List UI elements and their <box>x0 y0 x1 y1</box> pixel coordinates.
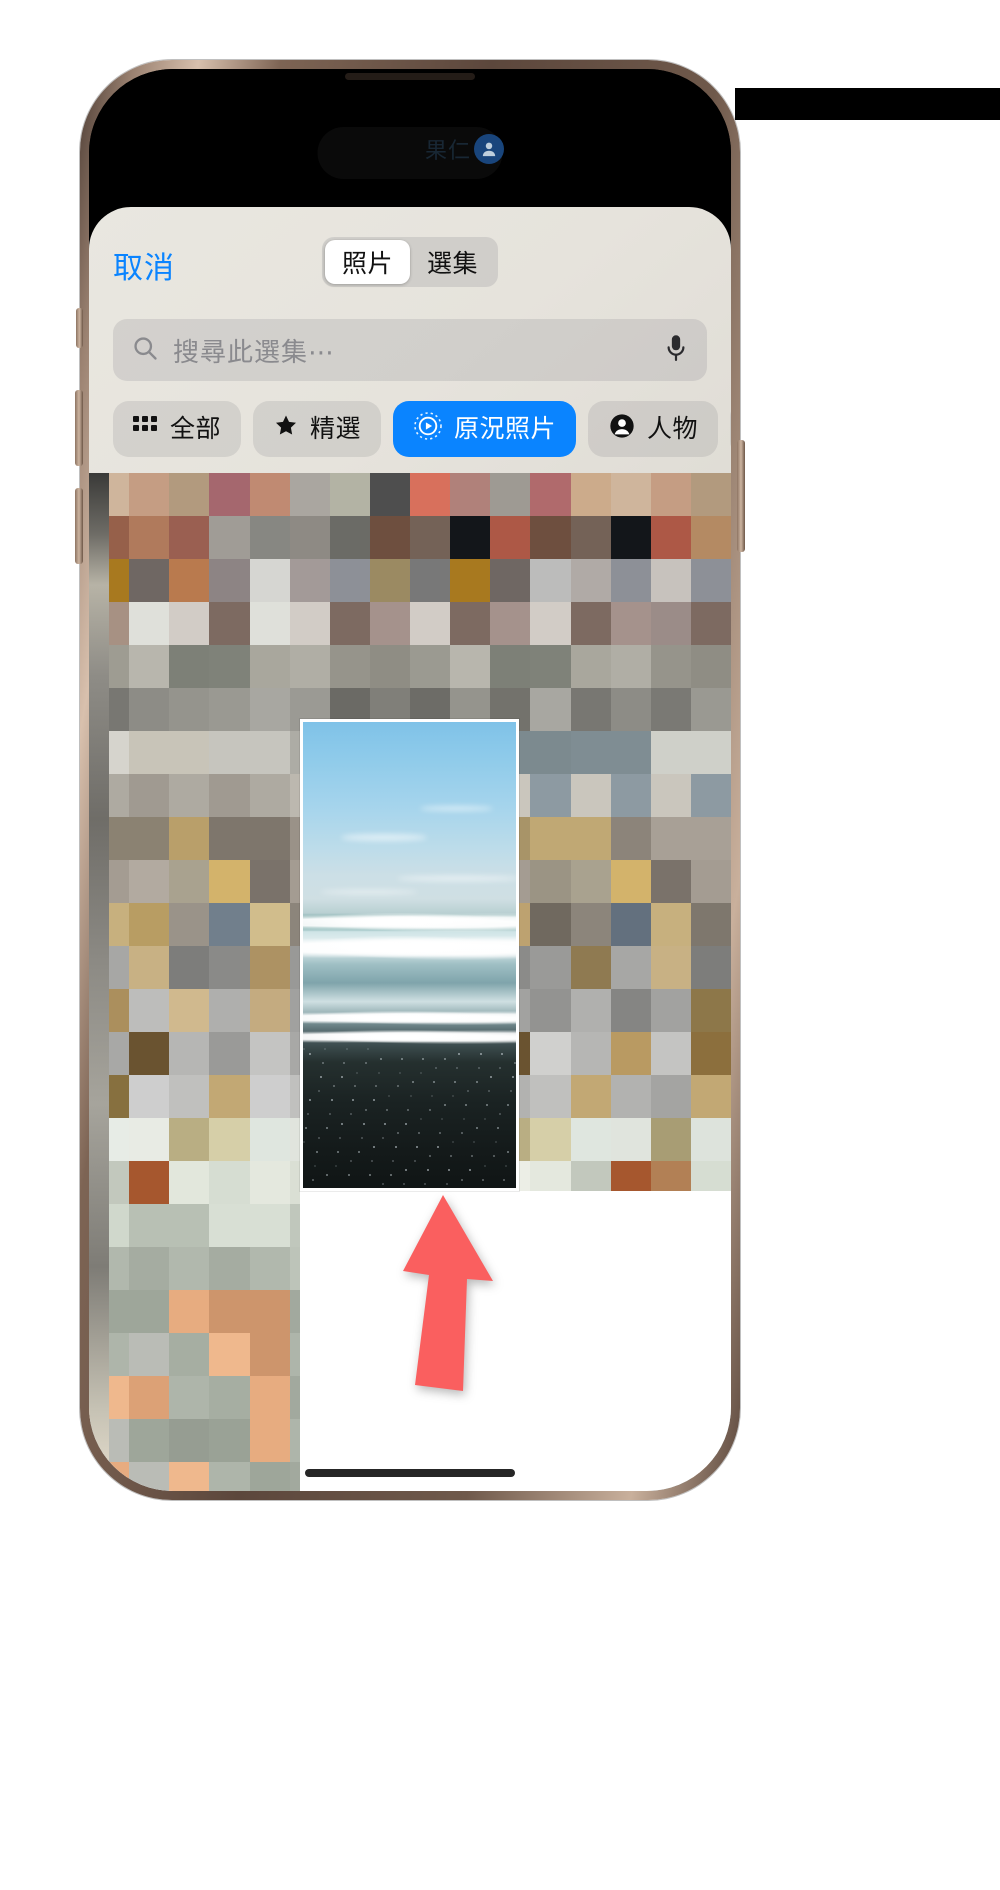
microphone-icon[interactable] <box>663 333 689 368</box>
red-arrow-annotation <box>403 1195 493 1391</box>
chip-all-label: 全部 <box>170 414 222 443</box>
search-icon <box>131 334 159 367</box>
earpiece-speaker <box>345 73 475 80</box>
filter-chips: 全部 精選 原況照片 人物 <box>89 401 731 457</box>
home-indicator[interactable] <box>305 1469 515 1477</box>
watermark-text: 果仁 <box>425 138 472 163</box>
search-area: 搜尋此選集⋯ <box>89 319 731 381</box>
chip-people-label: 人物 <box>647 414 699 443</box>
screenshot-stage: 果仁 取消 照片 選集 搜尋此選集⋯ 全部 精選 原況照片 人物 <box>0 0 1000 1890</box>
sheet-header: 取消 照片 選集 <box>89 207 731 319</box>
watermark: 果仁 <box>425 133 505 165</box>
segmented-control: 照片 選集 <box>321 237 499 287</box>
volume-down-button[interactable] <box>75 488 83 564</box>
live-photo-icon <box>413 411 443 448</box>
beach-wave-photo <box>303 722 516 1188</box>
person-badge-icon <box>474 134 505 164</box>
chip-live-photos[interactable]: 原況照片 <box>393 401 577 457</box>
empty-grid-area <box>300 1191 731 1491</box>
chip-featured[interactable]: 精選 <box>253 401 382 457</box>
chip-live-photos-label: 原況照片 <box>454 414 557 443</box>
chip-nature[interactable]: 自 <box>730 401 731 457</box>
star-icon <box>273 413 299 445</box>
silent-switch[interactable] <box>76 308 83 348</box>
chip-people[interactable]: 人物 <box>588 401 719 457</box>
cancel-button[interactable]: 取消 <box>113 243 175 287</box>
tab-photos[interactable]: 照片 <box>324 240 410 284</box>
image-artifact <box>735 88 1000 120</box>
grid-icon <box>133 415 159 444</box>
chip-all[interactable]: 全部 <box>113 401 242 457</box>
left-edge-photo-strip[interactable] <box>89 473 109 1491</box>
volume-up-button[interactable] <box>75 390 83 466</box>
selected-photo-thumbnail[interactable] <box>300 719 519 1191</box>
person-icon <box>608 412 636 447</box>
chip-featured-label: 精選 <box>310 414 362 443</box>
search-field[interactable]: 搜尋此選集⋯ <box>113 319 707 381</box>
power-button[interactable] <box>737 440 745 552</box>
tab-collections[interactable]: 選集 <box>410 240 495 284</box>
search-input[interactable]: 搜尋此選集⋯ <box>173 332 649 369</box>
